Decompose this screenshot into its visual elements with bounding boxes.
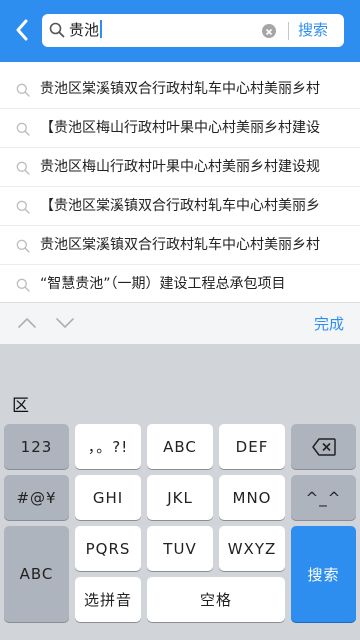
key-mno[interactable]: MNO (219, 475, 285, 520)
suggestion-item[interactable]: 贵池区棠溪镇双合行政村轧车中心村美丽乡村 (0, 70, 360, 109)
clear-icon[interactable] (262, 24, 276, 38)
delete-button[interactable] (291, 424, 356, 469)
suggestion-text: 【贵池区梅山行政村叶果中心村美丽乡村建设 (40, 120, 320, 136)
search-icon (49, 22, 65, 38)
keyboard: 区 123 ，。?! ABC DEF #@¥ GHI JKL MNO ^_^ A… (0, 344, 360, 640)
key-def[interactable]: DEF (219, 424, 285, 469)
search-icon (16, 239, 30, 253)
search-button[interactable]: 搜索 (298, 20, 328, 40)
chevron-left-icon (16, 19, 28, 41)
suggestion-text: 【贵池区棠溪镇双合行政村轧车中心村美丽乡 (40, 198, 320, 214)
done-button[interactable]: 完成 (314, 314, 344, 334)
key-wxyz[interactable]: WXYZ (219, 526, 285, 571)
search-icon (16, 200, 30, 214)
suggestion-item[interactable]: “智慧贵池”（一期）建设工程总承包项目 (0, 265, 360, 304)
space-key[interactable]: 空格 (147, 577, 285, 622)
chevron-down-icon[interactable] (56, 317, 74, 329)
key-tuv[interactable]: TUV (147, 526, 213, 571)
key-pinyin[interactable]: 选拼音 (75, 577, 141, 622)
key-abc[interactable]: ABC (147, 424, 213, 469)
key-123[interactable]: 123 (4, 424, 69, 469)
backspace-icon (311, 437, 336, 456)
key-jkl[interactable]: JKL (147, 475, 213, 520)
candidate-word[interactable]: 区 (12, 391, 29, 416)
keyboard-search-button[interactable]: 搜索 (291, 526, 356, 622)
suggestion-item[interactable]: 贵池区梅山行政村叶果中心村美丽乡村建设规 (0, 148, 360, 187)
search-icon (16, 278, 30, 292)
key-punctuation[interactable]: ，。?! (75, 424, 141, 469)
key-ghi[interactable]: GHI (75, 475, 141, 520)
search-icon (16, 161, 30, 175)
keyboard-accessory-bar: 完成 (0, 302, 360, 344)
key-abc-mode[interactable]: ABC (4, 526, 69, 622)
text-cursor (100, 20, 103, 38)
search-query: 贵池 (69, 20, 103, 40)
key-pqrs[interactable]: PQRS (75, 526, 141, 571)
suggestion-text: 贵池区棠溪镇双合行政村轧车中心村美丽乡村 (40, 237, 320, 253)
top-bar: 贵池 搜索 (0, 0, 360, 62)
suggestion-item[interactable]: 【贵池区梅山行政村叶果中心村美丽乡村建设 (0, 109, 360, 148)
suggestion-text: 贵池区棠溪镇双合行政村轧车中心村美丽乡村 (40, 81, 320, 97)
search-icon (16, 83, 30, 97)
key-emoticon[interactable]: ^_^ (291, 475, 356, 520)
suggestion-list: 贵池区棠溪镇双合行政村轧车中心村美丽乡村 【贵池区梅山行政村叶果中心村美丽乡村建… (0, 70, 360, 304)
key-symbols[interactable]: #@¥ (4, 475, 69, 520)
divider (288, 22, 289, 40)
chevron-up-icon[interactable] (18, 317, 36, 329)
search-icon (16, 122, 30, 136)
suggestion-item[interactable]: 贵池区棠溪镇双合行政村轧车中心村美丽乡村 (0, 226, 360, 265)
suggestion-text: 贵池区梅山行政村叶果中心村美丽乡村建设规 (40, 159, 320, 175)
back-button[interactable] (8, 14, 36, 46)
search-input[interactable]: 贵池 搜索 (42, 14, 344, 47)
suggestion-text: “智慧贵池”（一期）建设工程总承包项目 (40, 276, 286, 292)
suggestion-item[interactable]: 【贵池区棠溪镇双合行政村轧车中心村美丽乡 (0, 187, 360, 226)
